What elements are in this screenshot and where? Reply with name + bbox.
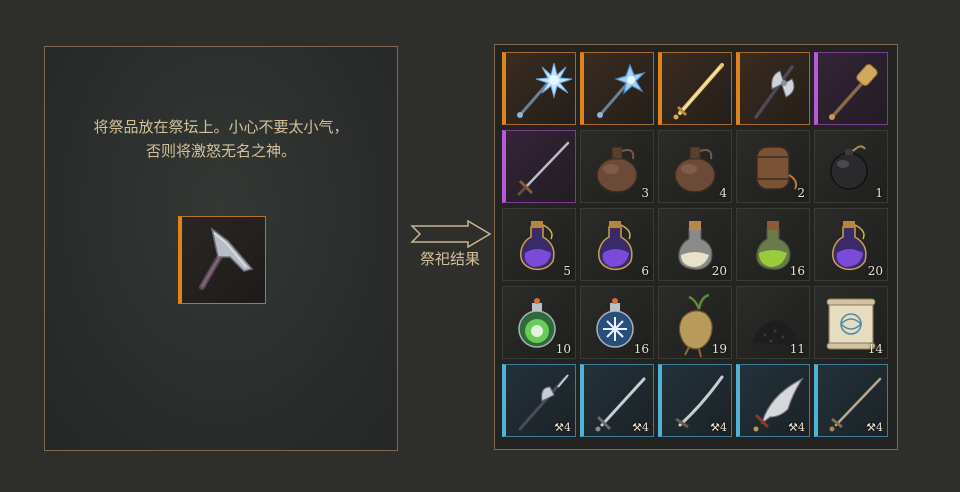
stack-count: 14 xyxy=(867,342,883,356)
result-slot[interactable] xyxy=(502,52,576,125)
result-slot[interactable] xyxy=(502,130,576,203)
stack-count: 16 xyxy=(633,342,649,356)
stack-count: 2 xyxy=(797,186,805,200)
result-slot[interactable]: 20 xyxy=(814,208,888,281)
pickaxe-icon xyxy=(199,227,254,290)
flanged-mace-icon xyxy=(829,64,878,120)
result-slot[interactable]: ⚒4 xyxy=(580,364,654,437)
longsword-icon xyxy=(516,141,570,197)
right-arrow-icon xyxy=(410,220,492,248)
stack-count: 20 xyxy=(711,264,727,278)
result-slot[interactable]: 1 xyxy=(814,130,888,203)
result-slot[interactable] xyxy=(658,52,732,125)
result-slot[interactable]: 3 xyxy=(580,130,654,203)
stack-count: 3 xyxy=(641,186,649,200)
durability-count: ⚒4 xyxy=(788,421,805,434)
durability-count: ⚒4 xyxy=(632,421,649,434)
result-slot[interactable]: 10 xyxy=(502,286,576,359)
star-mace-icon xyxy=(597,63,646,118)
stack-count: 6 xyxy=(641,264,649,278)
stack-count: 11 xyxy=(789,342,805,356)
result-slot[interactable]: 19 xyxy=(658,286,732,359)
double-axe-icon xyxy=(754,65,795,119)
durability-count: ⚒4 xyxy=(554,421,571,434)
durability-count: ⚒4 xyxy=(710,421,727,434)
result-grid: 3 4 2 1 5 6 20 16 20 10 16 19 11 14 ⚒4 ⚒4 ⚒4 ⚒4 ⚒4 xyxy=(494,44,898,450)
offering-slot[interactable] xyxy=(178,216,266,304)
stack-count: 4 xyxy=(719,186,727,200)
result-slot[interactable]: 4 xyxy=(658,130,732,203)
result-slot[interactable]: 6 xyxy=(580,208,654,281)
stack-count: 10 xyxy=(555,342,571,356)
result-slot[interactable] xyxy=(736,52,810,125)
golden-sword-icon xyxy=(673,63,724,120)
result-slot[interactable]: ⚒4 xyxy=(658,364,732,437)
result-slot[interactable]: ⚒4 xyxy=(736,364,810,437)
instruction-line-1: 将祭品放在祭坛上。小心不要太小气， xyxy=(93,118,349,136)
result-slot[interactable]: 5 xyxy=(502,208,576,281)
result-slot[interactable]: 2 xyxy=(736,130,810,203)
result-label: 祭祀结果 xyxy=(419,250,480,268)
result-slot[interactable]: 14 xyxy=(814,286,888,359)
result-slot[interactable]: ⚒4 xyxy=(814,364,888,437)
result-arrow: 祭祀结果 xyxy=(405,218,495,278)
result-slot[interactable]: ⚒4 xyxy=(502,364,576,437)
stack-count: 1 xyxy=(875,186,883,200)
stack-count: 19 xyxy=(711,342,727,356)
result-slot[interactable]: 11 xyxy=(736,286,810,359)
result-slot[interactable] xyxy=(814,52,888,125)
instruction-line-2: 否则将激怒无名之神。 xyxy=(145,142,296,160)
instruction-text: 将祭品放在祭坛上。小心不要太小气， 否则将激怒无名之神。 xyxy=(45,115,397,163)
result-slot[interactable] xyxy=(580,52,654,125)
stack-count: 5 xyxy=(563,264,571,278)
spiked-mace-icon xyxy=(517,62,573,118)
durability-count: ⚒4 xyxy=(866,421,883,434)
result-slot[interactable]: 20 xyxy=(658,208,732,281)
result-slot[interactable]: 16 xyxy=(580,286,654,359)
result-slot[interactable]: 16 xyxy=(736,208,810,281)
stack-count: 20 xyxy=(867,264,883,278)
stack-count: 16 xyxy=(789,264,805,278)
